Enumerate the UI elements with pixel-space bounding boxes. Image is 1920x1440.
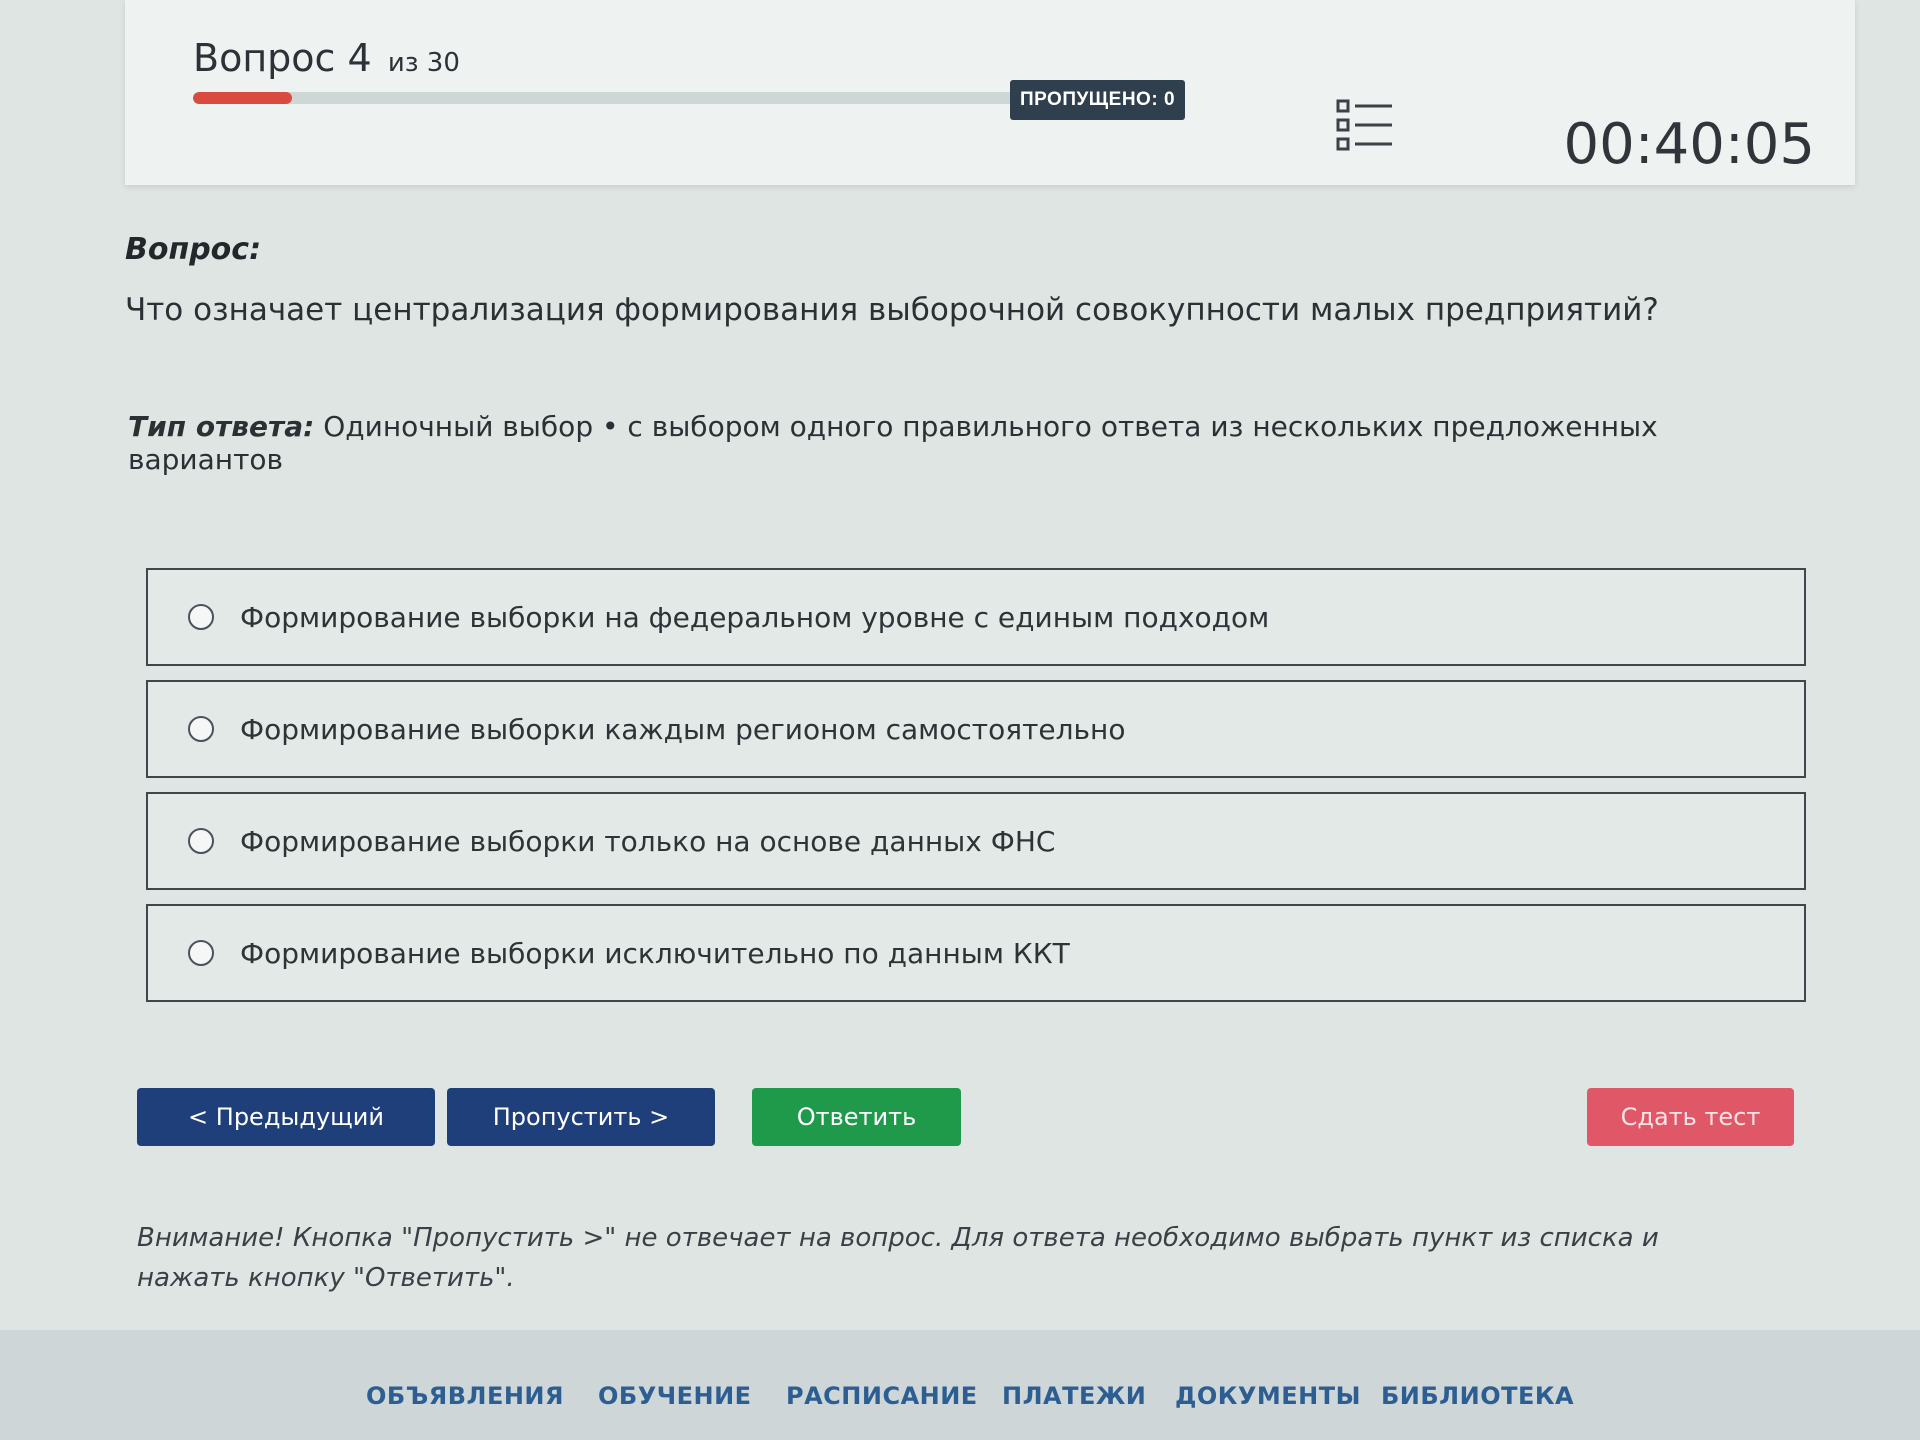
nav-announcements[interactable]: ОБЪЯВЛЕНИЯ [366,1382,564,1410]
answer-type-label: Тип ответа: [128,410,315,443]
answer-button[interactable]: Ответить [752,1088,961,1146]
previous-button[interactable]: < Предыдущий [137,1088,435,1146]
answer-option-4[interactable]: Формирование выборки исключительно по да… [146,904,1806,1002]
question-text: Что означает централизация формирования … [125,292,1659,328]
answer-option-2[interactable]: Формирование выборки каждым регионом сам… [146,680,1806,778]
question-word: Вопрос [193,36,336,80]
list-icon[interactable] [1335,98,1395,154]
answer-option-3[interactable]: Формирование выборки только на основе да… [146,792,1806,890]
radio-button[interactable] [188,716,214,742]
radio-button[interactable] [188,828,214,854]
question-counter: Вопрос 4 из 30 [193,36,460,80]
answer-option-1[interactable]: Формирование выборки на федеральном уров… [146,568,1806,666]
answer-option-label: Формирование выборки каждым регионом сам… [240,712,1126,746]
progress-fill [193,92,292,104]
nav-library[interactable]: БИБЛИОТЕКА [1381,1382,1574,1410]
timer: 00:40:05 [1563,112,1815,177]
answer-type-value: Одиночный выбор • с выбором одного прави… [128,410,1658,476]
skip-button[interactable]: Пропустить > [447,1088,715,1146]
answer-type: Тип ответа: Одиночный выбор • с выбором … [128,410,1788,476]
skipped-badge[interactable]: ПРОПУЩЕНО: 0 [1010,80,1185,120]
answer-option-label: Формирование выборки на федеральном уров… [240,600,1270,634]
nav-education[interactable]: ОБУЧЕНИЕ [598,1382,752,1410]
question-number: 4 [347,36,372,80]
question-label: Вопрос: [125,232,262,267]
answer-option-label: Формирование выборки только на основе да… [240,824,1056,858]
radio-button[interactable] [188,604,214,630]
nav-payments[interactable]: ПЛАТЕЖИ [1002,1382,1146,1410]
question-total: из 30 [387,48,460,78]
submit-test-button[interactable]: Сдать тест [1587,1088,1794,1146]
footer-nav: ОБЪЯВЛЕНИЯ ОБУЧЕНИЕ РАСПИСАНИЕ ПЛАТЕЖИ Д… [0,1330,1920,1440]
warning-note: Внимание! Кнопка "Пропустить >" не отвеч… [137,1223,1659,1293]
nav-schedule[interactable]: РАСПИСАНИЕ [786,1382,978,1410]
radio-button[interactable] [188,940,214,966]
test-header: Вопрос 4 из 30 ПРОПУЩЕНО: 0 00:40:05 [125,0,1855,185]
answer-option-label: Формирование выборки исключительно по да… [240,936,1070,970]
nav-documents[interactable]: ДОКУМЕНТЫ [1175,1382,1361,1410]
